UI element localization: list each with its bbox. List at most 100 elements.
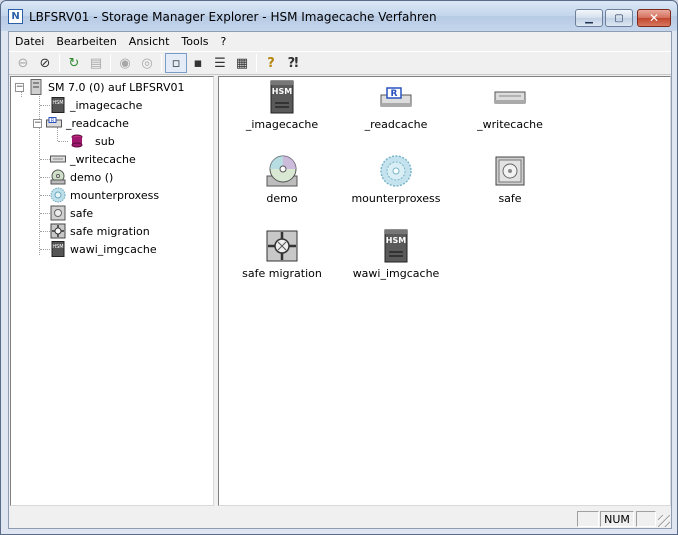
close-button[interactable]: ✕ (637, 9, 671, 27)
tree-root[interactable]: − SM 7.0 (0) auf LBFSRV01 (15, 78, 184, 96)
list-item-readcache[interactable]: R _readcache (341, 79, 451, 139)
list-item-wawi-imgcache[interactable]: HSM wawi_imgcache (341, 228, 451, 288)
list-item-label: safe (498, 192, 522, 205)
context-help-icon[interactable]: ⁈ (282, 53, 304, 73)
tree-item-label: _imagecache (70, 98, 143, 112)
migration-icon (264, 228, 300, 264)
folder-up-icon[interactable]: ▤ (85, 53, 107, 73)
tree-item-readcache[interactable]: − R _readcache (33, 114, 129, 132)
writecache-drive-icon (492, 79, 528, 115)
cd-drive-icon (264, 153, 300, 189)
title-bar[interactable]: N LBFSRV01 - Storage Manager Explorer - … (1, 1, 677, 31)
list-item-label: mounterproxess (351, 192, 441, 205)
tree-item-label: wawi_imgcache (70, 242, 157, 256)
app-window: N LBFSRV01 - Storage Manager Explorer - … (0, 0, 678, 535)
resize-grip[interactable] (658, 515, 670, 527)
tree-connector (40, 159, 50, 160)
tree-connector (40, 213, 50, 214)
mounter-icon (50, 187, 66, 203)
menu-bearbeiten[interactable]: Bearbeiten (50, 35, 122, 48)
tree-connector (40, 177, 50, 178)
menu-ansicht[interactable]: Ansicht (123, 35, 176, 48)
tree-connector (40, 105, 50, 106)
menu-tools[interactable]: Tools (175, 35, 214, 48)
collapse-expander[interactable]: − (15, 82, 24, 92)
list-item-label: _imagecache (245, 118, 319, 131)
tree-item-label: _readcache (66, 116, 129, 130)
tree-item-sub[interactable]: sub (69, 132, 115, 150)
safe-icon (50, 205, 66, 221)
cd-drive-icon (50, 169, 66, 185)
toolbar-separator (161, 54, 162, 72)
migration-icon (50, 223, 66, 239)
maximize-button[interactable]: ▢ (605, 9, 633, 27)
list-item-label: wawi_imgcache (352, 267, 440, 280)
server-icon (28, 79, 44, 95)
tree-item-label: _writecache (70, 152, 136, 166)
connect-icon[interactable]: ⊖ (12, 53, 34, 73)
tree-item-writecache[interactable]: _writecache (50, 150, 136, 168)
list-item-label: _writecache (477, 118, 543, 131)
tree-connector (40, 249, 50, 250)
list-item-safe[interactable]: safe (455, 153, 565, 213)
toolbar-separator (256, 54, 257, 72)
svg-text:HSM: HSM (386, 236, 406, 245)
tree-connector (58, 141, 68, 142)
tree-item-label: demo () (70, 170, 114, 184)
disconnect-icon[interactable]: ⊘ (34, 53, 56, 73)
tree-item-wawi-imgcache[interactable]: HSM wawi_imgcache (50, 240, 157, 258)
list-item-safe-migration[interactable]: safe migration (227, 228, 337, 288)
menu-help[interactable]: ? (215, 35, 233, 48)
toolbar-separator (59, 54, 60, 72)
tree-item-label: sub (95, 134, 115, 148)
help-icon[interactable]: ? (260, 53, 282, 73)
tree-connector (40, 231, 50, 232)
client-area: Datei Bearbeiten Ansicht Tools ? ⊖ ⊘ ↻ ▤… (8, 31, 672, 529)
svg-text:R: R (51, 118, 55, 124)
hsm-server-icon: HSM (264, 79, 300, 115)
details-view-icon[interactable]: ▦ (231, 53, 253, 73)
menu-datei[interactable]: Datei (9, 35, 50, 48)
toolbar: ⊖ ⊘ ↻ ▤ ◉ ◎ ▫ ▪ ☰ ▦ ? ⁈ (9, 51, 671, 75)
list-view-icon[interactable]: ☰ (209, 53, 231, 73)
tree-item-label: mounterproxess (70, 188, 160, 202)
database-icon (69, 133, 85, 149)
tree-root-label: SM 7.0 (0) auf LBFSRV01 (48, 80, 185, 94)
tree-item-demo[interactable]: demo () (50, 168, 113, 186)
list-item-mounterproxess[interactable]: mounterproxess (341, 153, 451, 213)
collapse-expander[interactable]: − (33, 118, 42, 128)
writecache-drive-icon (50, 151, 66, 167)
svg-text:R: R (391, 89, 398, 99)
list-item-label: safe migration (242, 267, 322, 280)
tree-item-mounterproxess[interactable]: mounterproxess (50, 186, 159, 204)
tree-view[interactable]: − SM 7.0 (0) auf LBFSRV01 HSM _imagecach… (10, 76, 214, 506)
status-cell-empty (577, 511, 599, 527)
hsm-server-icon: HSM (50, 97, 66, 113)
readcache-drive-icon: R (46, 115, 62, 131)
cd-icon[interactable]: ◉ (114, 53, 136, 73)
refresh-icon[interactable]: ↻ (63, 53, 85, 73)
list-item-demo[interactable]: demo (227, 153, 337, 213)
safe-icon (492, 153, 528, 189)
list-item-label: demo (266, 192, 298, 205)
tree-item-safe[interactable]: safe (50, 204, 93, 222)
minimize-button[interactable]: ▁ (575, 9, 603, 27)
status-num-indicator: NUM (600, 511, 634, 527)
list-view[interactable]: HSM _imagecache R _readcache _writecache (218, 76, 671, 506)
readcache-drive-icon: R (378, 79, 414, 115)
tree-item-safe-migration[interactable]: safe migration (50, 222, 150, 240)
cd-edit-icon[interactable]: ◎ (136, 53, 158, 73)
list-item-writecache[interactable]: _writecache (455, 79, 565, 139)
small-icons-view-icon[interactable]: ▪ (187, 53, 209, 73)
svg-text:HSM: HSM (52, 244, 63, 250)
svg-text:HSM: HSM (52, 100, 63, 106)
svg-text:HSM: HSM (272, 87, 292, 96)
large-icons-view-icon[interactable]: ▫ (165, 53, 187, 73)
tree-item-label: safe migration (70, 224, 150, 238)
hsm-server-icon: HSM (378, 228, 414, 264)
tree-item-imagecache[interactable]: HSM _imagecache (50, 96, 142, 114)
list-item-imagecache[interactable]: HSM _imagecache (227, 79, 337, 139)
app-icon[interactable]: N (8, 9, 23, 24)
list-item-label: _readcache (364, 118, 428, 131)
status-bar: NUM (9, 508, 671, 528)
